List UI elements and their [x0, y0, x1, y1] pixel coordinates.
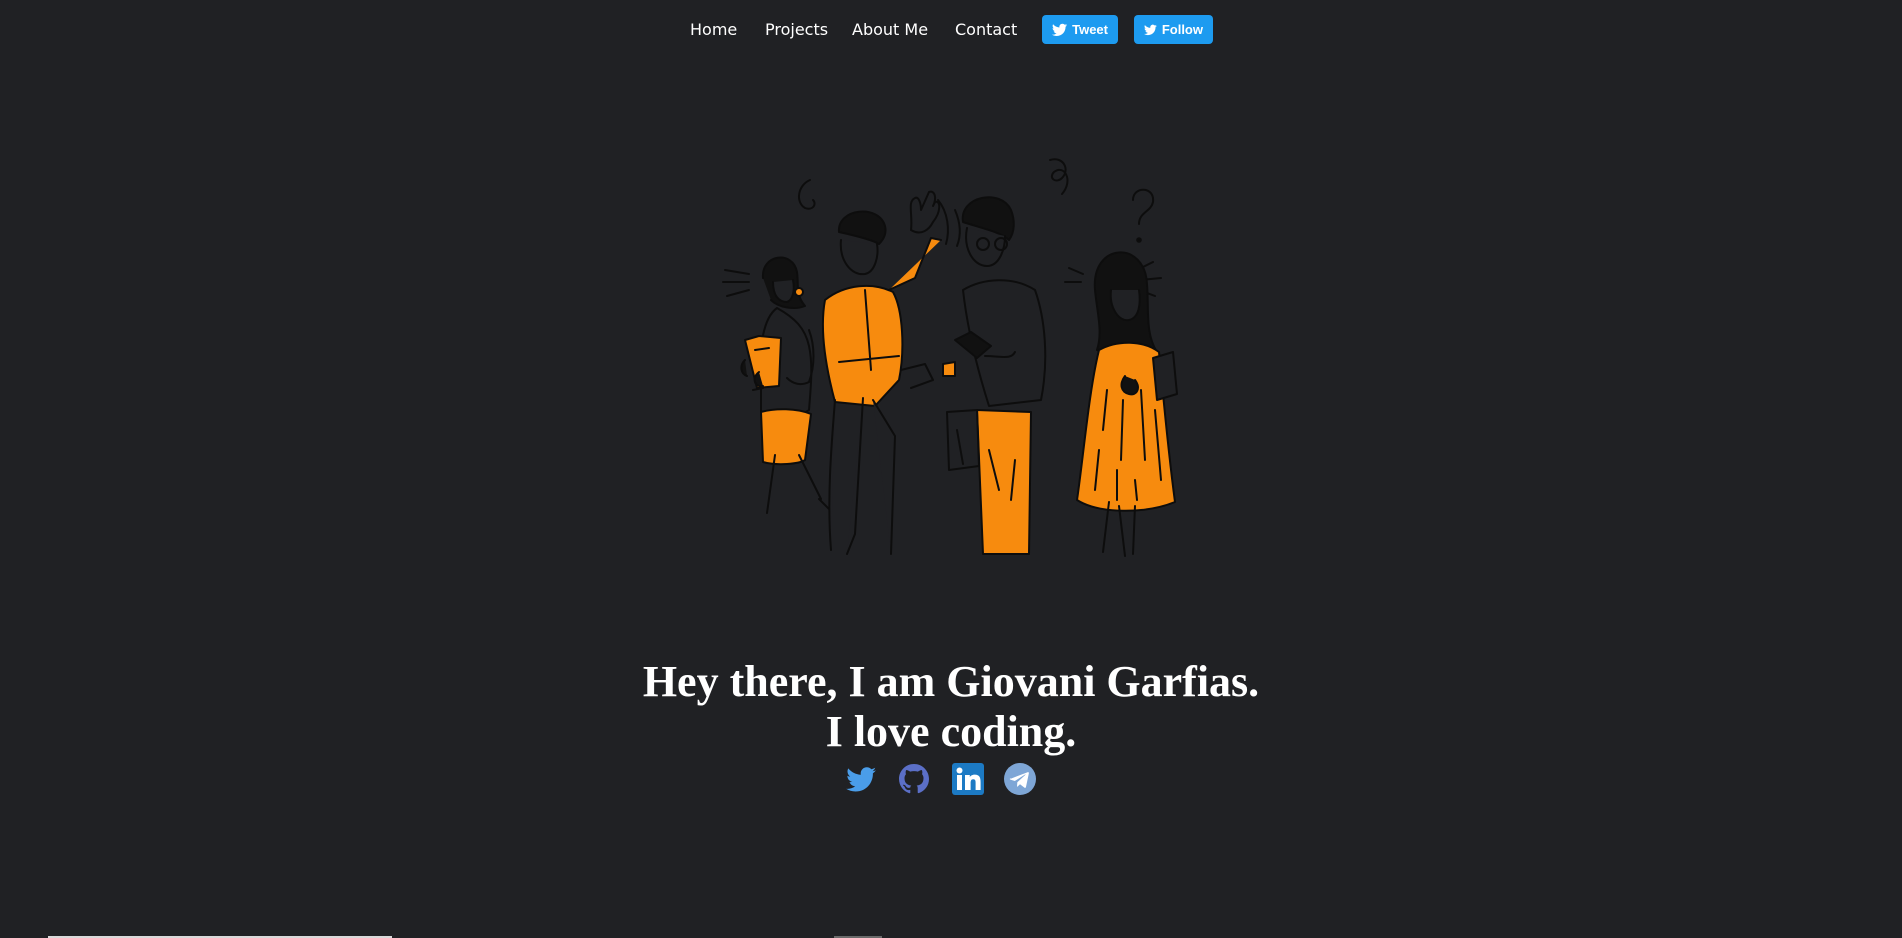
follow-button-label: Follow — [1161, 22, 1203, 37]
social-links — [0, 763, 1902, 795]
telegram-plane-icon — [1004, 763, 1036, 795]
hero-headline-line1: Hey there, I am Giovani Garfias. — [642, 657, 1260, 707]
github-octocat-icon — [899, 764, 929, 794]
twitter-bird-icon — [1144, 24, 1157, 35]
linkedin-icon — [952, 763, 984, 795]
linkedin-link[interactable] — [952, 763, 984, 795]
twitter-bird-icon — [846, 767, 876, 792]
tweet-button[interactable]: Tweet — [1042, 15, 1118, 44]
portfolio-page: Home Projects About Me Contact Tweet Fol… — [0, 0, 1902, 938]
github-link[interactable] — [898, 763, 930, 795]
nav-projects-link[interactable]: Projects — [765, 20, 828, 40]
twitter-bird-icon — [1052, 23, 1068, 36]
top-nav: Home Projects About Me Contact Tweet Fol… — [0, 0, 1902, 60]
nav-about-link[interactable]: About Me — [852, 20, 928, 40]
nav-contact-link[interactable]: Contact — [955, 20, 1017, 40]
follow-button[interactable]: Follow — [1134, 15, 1213, 44]
hero-headline: Hey there, I am Giovani Garfias. I love … — [551, 657, 1351, 757]
nav-home-link[interactable]: Home — [690, 20, 737, 40]
twitter-link[interactable] — [845, 763, 877, 795]
people-illustration — [722, 158, 1178, 557]
hero-headline-line2: I love coding. — [825, 707, 1077, 757]
tweet-button-label: Tweet — [1072, 22, 1108, 37]
telegram-link[interactable] — [1004, 763, 1036, 795]
